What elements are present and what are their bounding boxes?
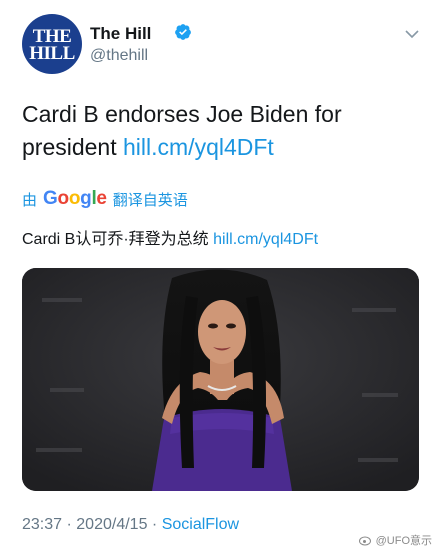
verified-badge-icon [175,24,191,40]
tweet-link[interactable]: hill.cm/yql4DFt [123,134,274,160]
tweet-source[interactable]: SocialFlow [162,516,239,533]
tweet-date[interactable]: 2020/4/15 [76,516,147,533]
avatar-logo-line2: HILL [29,43,75,64]
translated-body: Cardi B认可乔·拜登为总统 [22,231,209,248]
weibo-icon [358,536,371,546]
handle[interactable]: @thehill [90,47,148,65]
tweet-meta: 23:37 · 2020/4/15 · SocialFlow [22,516,239,534]
translate-button[interactable]: 由 Google 翻译自英语 [22,188,188,210]
meta-separator: · [66,516,72,533]
tweet-photo[interactable] [22,268,419,491]
photo-illustration [22,268,419,491]
tweet-header: THE HILL The Hill @thehill [22,14,422,74]
meta-separator: · [151,516,158,533]
tweet-text: Cardi B endorses Joe Biden for president… [22,98,422,164]
watermark-text: @UFO意示 [375,535,432,547]
translate-action-label: 翻译自英语 [112,191,188,209]
chevron-down-icon[interactable] [404,26,420,42]
translated-text: Cardi B认可乔·拜登为总统 hill.cm/yql4DFt [22,225,318,249]
google-logo: Google [43,188,107,209]
avatar[interactable]: THE HILL [22,14,82,74]
translate-by-label: 由 [22,191,38,209]
tweet-time[interactable]: 23:37 [22,516,62,533]
watermark: @UFO意示 [358,532,432,548]
translated-link[interactable]: hill.cm/yql4DFt [213,231,318,248]
display-name[interactable]: The Hill [90,24,151,44]
